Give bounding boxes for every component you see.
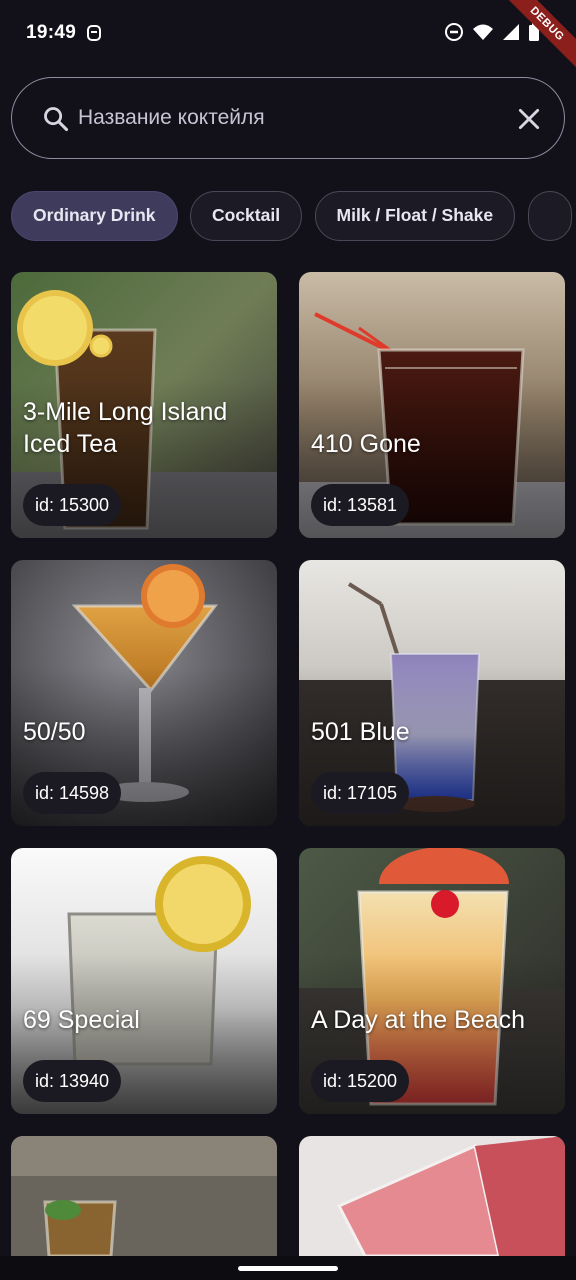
- cocktail-card[interactable]: 69 Special id: 13940: [11, 848, 277, 1114]
- chip-ordinary-drink[interactable]: Ordinary Drink: [11, 191, 178, 241]
- search-input[interactable]: [78, 98, 498, 138]
- cocktail-card[interactable]: 501 Blue id: 17105: [299, 560, 565, 826]
- chip-partial[interactable]: [527, 191, 572, 241]
- notification-icon: [87, 25, 101, 41]
- search-bar: [11, 77, 565, 159]
- cocktail-id-badge: id: 14598: [23, 772, 122, 814]
- status-icons: [444, 22, 540, 42]
- cocktail-id-badge: id: 15300: [23, 484, 122, 526]
- gesture-nav-bar: [0, 1256, 576, 1280]
- cocktail-id-badge: id: 17105: [311, 772, 410, 814]
- cocktail-card[interactable]: A Day at the Beach id: 15200: [299, 848, 565, 1114]
- cocktail-card[interactable]: [299, 1136, 565, 1256]
- cocktail-title: 50/50: [23, 718, 86, 746]
- cocktail-id-badge: id: 13581: [311, 484, 410, 526]
- cocktail-card[interactable]: 410 Gone id: 13581: [299, 272, 565, 538]
- cocktail-card[interactable]: [11, 1136, 277, 1256]
- cocktail-title: 69 Special: [23, 1006, 140, 1034]
- search-icon: [44, 107, 69, 132]
- close-icon[interactable]: [516, 106, 542, 132]
- cocktail-title: 3-Mile Long Island Iced Tea: [23, 398, 228, 458]
- chip-cocktail[interactable]: Cocktail: [190, 191, 303, 241]
- home-handle[interactable]: [238, 1266, 338, 1271]
- category-chips: Ordinary Drink Cocktail Milk / Float / S…: [11, 191, 576, 241]
- cocktail-grid: 3-Mile Long Island Iced Tea id: 15300 41…: [0, 0, 576, 1256]
- wifi-icon: [473, 24, 493, 40]
- cocktail-title: A Day at the Beach: [311, 1006, 526, 1034]
- cocktail-id-badge: id: 13940: [23, 1060, 122, 1102]
- status-bar: 19:49: [0, 0, 576, 66]
- status-time: 19:49: [26, 22, 77, 43]
- cocktail-photo: [11, 1136, 277, 1256]
- cocktail-card[interactable]: 3-Mile Long Island Iced Tea id: 15300: [11, 272, 277, 538]
- cocktail-title: 501 Blue: [311, 718, 410, 746]
- do-not-disturb-icon: [445, 23, 463, 41]
- cocktail-id-badge: id: 15200: [311, 1060, 410, 1102]
- chip-milk-float-shake[interactable]: Milk / Float / Shake: [314, 191, 516, 241]
- cellular-signal-icon: [503, 24, 519, 40]
- cocktail-photo: [299, 1136, 565, 1256]
- cocktail-title: 410 Gone: [311, 430, 421, 458]
- cocktail-card[interactable]: 50/50 id: 14598: [11, 560, 277, 826]
